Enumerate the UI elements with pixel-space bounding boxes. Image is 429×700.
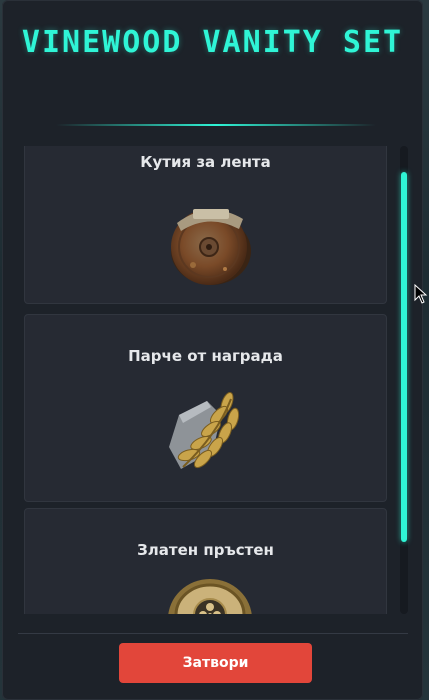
item-name: Златен пръстен (137, 541, 274, 559)
list-item: Парче от награда (24, 314, 387, 502)
film-canister-icon (163, 195, 255, 287)
item-name: Парче от награда (128, 347, 283, 365)
modal-title: VINEWOOD VANITY SET (21, 25, 404, 60)
laurel-fragment-icon (161, 385, 253, 477)
list-item: Златен пръстен (24, 508, 387, 614)
item-list[interactable]: Кутия за лента Парче от награда Златен п… (22, 146, 390, 614)
list-item: Кутия за лента (24, 146, 387, 304)
footer-divider (18, 633, 408, 634)
gold-ring-icon (165, 575, 257, 614)
close-button[interactable]: Затвори (119, 643, 312, 683)
title-divider (56, 124, 376, 126)
mouse-cursor-icon (414, 283, 428, 308)
item-name: Кутия за лента (140, 153, 271, 171)
list-scrollbar-thumb[interactable] (401, 172, 407, 542)
reward-set-modal: VINEWOOD VANITY SET Кутия за лента Парче… (2, 0, 423, 700)
